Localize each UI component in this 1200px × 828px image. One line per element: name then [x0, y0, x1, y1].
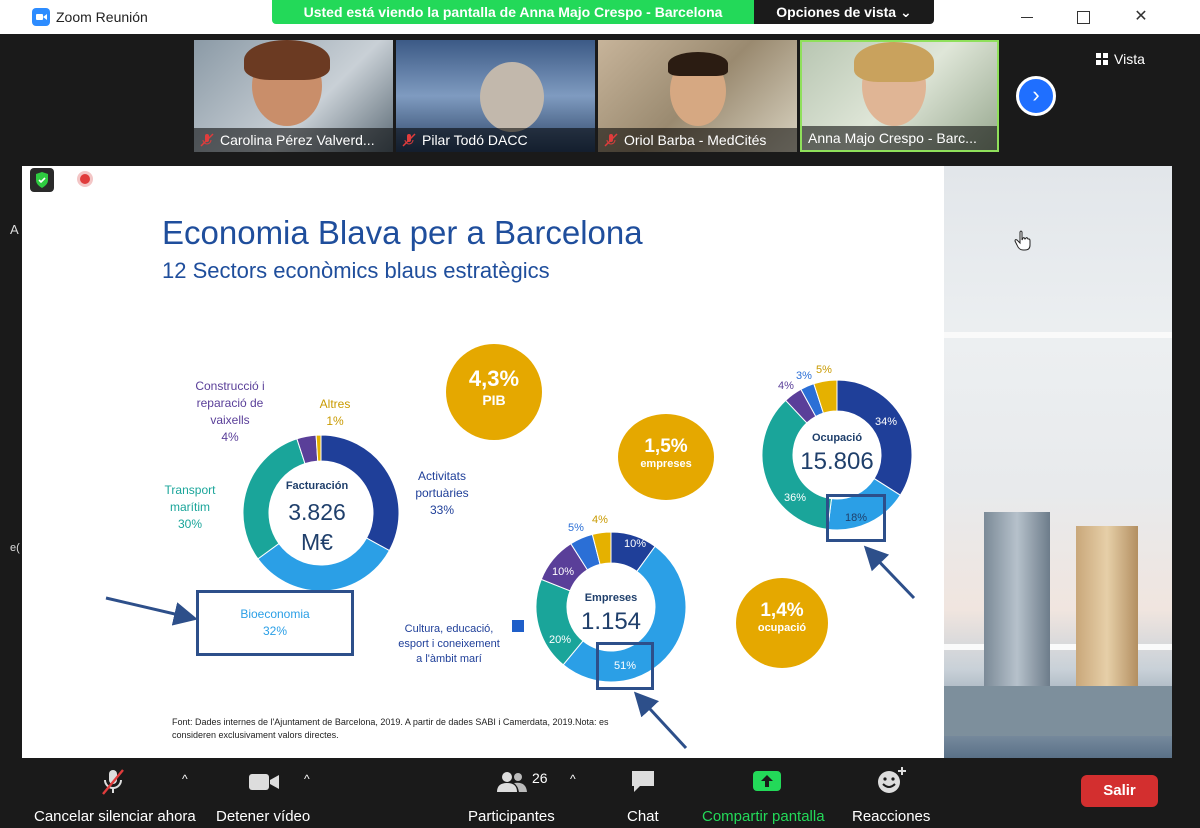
- arrow: [633, 691, 688, 750]
- reactions-button-label[interactable]: Reacciones: [852, 808, 930, 825]
- participants-button-label[interactable]: Participantes: [468, 808, 555, 825]
- video-camera-icon[interactable]: [248, 772, 280, 792]
- leave-meeting-button[interactable]: Salir: [1081, 775, 1158, 807]
- audio-options-caret-icon[interactable]: ^: [182, 772, 188, 786]
- tower-building: [1076, 526, 1138, 712]
- meeting-toolbar: Cancelar silenciar ahora ^ Detener vídeo…: [0, 758, 1200, 828]
- arrow: [105, 596, 198, 626]
- hand-cursor-icon: [1014, 230, 1031, 251]
- edge-text: e(: [10, 542, 20, 554]
- edge-text: A: [10, 222, 19, 237]
- grid-icon: [1096, 53, 1108, 65]
- screen-share-banner: Usted está viendo la pantalla de Anna Ma…: [272, 0, 754, 24]
- view-label: Vista: [1114, 51, 1145, 67]
- video-options-caret-icon[interactable]: ^: [304, 772, 310, 786]
- muted-mic-icon: [402, 133, 416, 147]
- arrow: [863, 545, 916, 600]
- background-photo: [944, 166, 1172, 758]
- add-reaction-smiley-icon[interactable]: [876, 766, 908, 794]
- participants-count: 26: [532, 770, 548, 786]
- participant-tile[interactable]: Carolina Pérez Valverd...: [194, 40, 393, 152]
- muted-mic-icon: [604, 133, 618, 147]
- unmute-button-label[interactable]: Cancelar silenciar ahora: [34, 808, 196, 825]
- participant-name: Anna Majo Crespo - Barc...: [802, 126, 997, 150]
- hair: [854, 42, 934, 82]
- hair: [668, 52, 728, 76]
- arrow-annotations: [105, 545, 916, 750]
- slide-footnote: Font: Dades internes de l'Ajuntament de …: [172, 717, 609, 740]
- participant-video: [480, 62, 544, 132]
- view-options-button[interactable]: Opciones de vista ⌄: [754, 0, 934, 24]
- view-layout-button[interactable]: Vista: [1096, 48, 1166, 70]
- participant-tile[interactable]: Pilar Todó DACC: [396, 40, 595, 152]
- chat-button-label[interactable]: Chat: [627, 808, 659, 825]
- participant-gallery: Carolina Pérez Valverd... Pilar Todó DAC…: [0, 34, 1200, 164]
- waterfront: [944, 686, 1172, 736]
- share-screen-button-label[interactable]: Compartir pantalla: [702, 808, 825, 825]
- title-bar: Zoom Reunión Usted está viendo la pantal…: [0, 0, 1200, 34]
- participant-name: Pilar Todó DACC: [396, 128, 595, 152]
- tower-building: [984, 512, 1050, 712]
- participant-name: Oriol Barba - MedCités: [598, 128, 797, 152]
- close-window-button[interactable]: ✕: [1130, 6, 1152, 28]
- hair: [244, 40, 330, 80]
- minimize-button[interactable]: [1016, 6, 1038, 28]
- stop-video-button-label[interactable]: Detener vídeo: [216, 808, 310, 825]
- muted-microphone-icon[interactable]: [100, 768, 126, 796]
- muted-mic-icon: [200, 133, 214, 147]
- participant-tile-active-speaker[interactable]: Anna Majo Crespo - Barc...: [800, 40, 999, 152]
- participants-options-caret-icon[interactable]: ^: [570, 772, 576, 786]
- participant-name: Carolina Pérez Valverd...: [194, 128, 393, 152]
- maximize-button[interactable]: [1072, 6, 1094, 28]
- share-screen-icon[interactable]: [752, 770, 782, 792]
- shared-screen: Economia Blava per a Barcelona 12 Sector…: [22, 166, 944, 758]
- zoom-logo-icon: [32, 8, 50, 26]
- photo-divider: [944, 332, 1172, 338]
- window-title: Zoom Reunión: [56, 9, 148, 25]
- next-page-button[interactable]: ›: [1016, 76, 1056, 116]
- participants-icon[interactable]: [496, 770, 528, 794]
- participant-tile[interactable]: Oriol Barba - MedCités: [598, 40, 797, 152]
- chat-bubble-icon[interactable]: [630, 768, 656, 794]
